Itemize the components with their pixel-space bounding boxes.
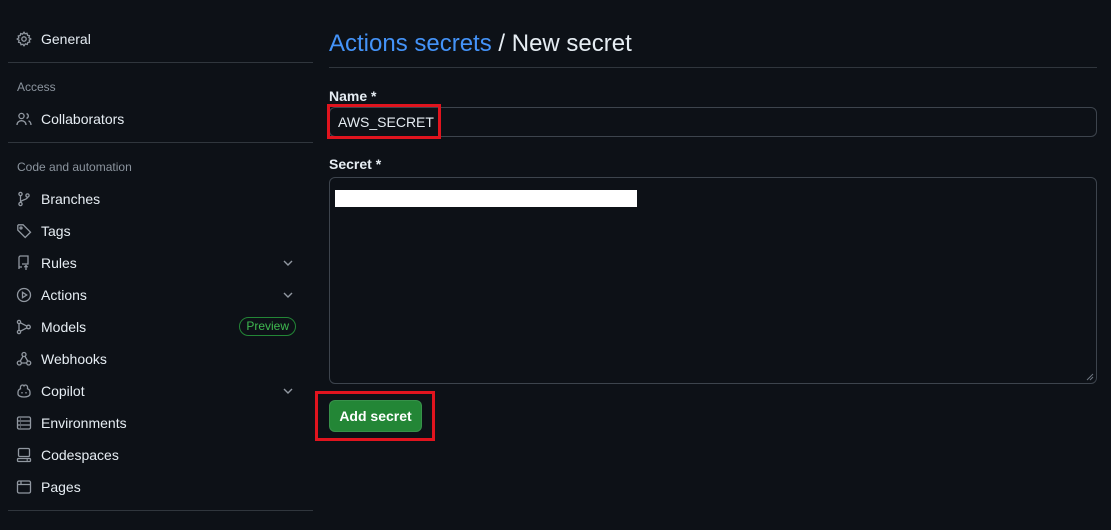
play-icon	[16, 287, 32, 303]
sidebar-item-label: Pages	[41, 479, 81, 495]
repo-push-icon	[16, 255, 32, 271]
sidebar-item-label: Models	[41, 319, 87, 335]
breadcrumb-current: New secret	[511, 30, 632, 57]
sidebar-item-label: Rules	[41, 255, 77, 271]
copilot-icon	[16, 383, 32, 399]
settings-page: General Access Collaborators Code and au…	[0, 0, 1111, 530]
secret-name-input[interactable]	[329, 107, 1097, 137]
title-divider	[329, 67, 1097, 68]
sidebar-divider	[8, 62, 313, 63]
codespaces-icon	[16, 447, 32, 463]
secret-field-label: Secret *	[329, 156, 382, 172]
people-icon	[16, 111, 32, 127]
sidebar-item-webhooks[interactable]: Webhooks	[8, 343, 305, 375]
breadcrumb-actions-secrets-link[interactable]: Actions secrets	[329, 30, 492, 57]
sidebar-item-label: Webhooks	[41, 351, 107, 367]
gear-icon	[16, 31, 32, 47]
page-title: Actions secrets / New secret	[329, 29, 632, 59]
webhook-icon	[16, 351, 32, 367]
redacted-secret-value	[335, 190, 637, 207]
sidebar-item-models[interactable]: Models Preview	[8, 311, 305, 343]
sidebar-item-collaborators[interactable]: Collaborators	[8, 103, 305, 135]
sidebar-item-tags[interactable]: Tags	[8, 215, 305, 247]
sidebar-item-codespaces[interactable]: Codespaces	[8, 439, 305, 471]
sidebar-item-pages[interactable]: Pages	[8, 471, 305, 503]
sidebar-item-general[interactable]: General	[8, 23, 305, 55]
server-icon	[16, 415, 32, 431]
resize-grip-icon[interactable]	[1085, 372, 1094, 381]
secret-name-value: AWS_SECRET	[338, 114, 434, 130]
sidebar-item-environments[interactable]: Environments	[8, 407, 305, 439]
sidebar-item-label: Codespaces	[41, 447, 119, 463]
sidebar-item-branches[interactable]: Branches	[8, 183, 305, 215]
chevron-down-icon[interactable]	[281, 384, 295, 398]
sidebar-item-label: General	[41, 31, 91, 47]
tag-icon	[16, 223, 32, 239]
section-title-access: Access	[17, 80, 56, 94]
sidebar-item-copilot[interactable]: Copilot	[8, 375, 305, 407]
sidebar-item-label: Copilot	[41, 383, 85, 399]
sidebar-item-actions[interactable]: Actions	[8, 279, 305, 311]
name-field-label: Name *	[329, 88, 377, 104]
sidebar-item-label: Collaborators	[41, 111, 125, 127]
chevron-down-icon[interactable]	[281, 256, 295, 270]
settings-sidebar: General Access Collaborators Code and au…	[0, 0, 313, 530]
sidebar-item-rules[interactable]: Rules	[8, 247, 305, 279]
add-secret-button[interactable]: Add secret	[329, 400, 422, 432]
sidebar-item-label: Tags	[41, 223, 71, 239]
git-branch-icon	[16, 191, 32, 207]
sidebar-divider	[8, 142, 313, 143]
browser-icon	[16, 479, 32, 495]
sidebar-item-label: Environments	[41, 415, 127, 431]
sidebar-item-label: Actions	[41, 287, 87, 303]
sidebar-divider	[8, 510, 313, 511]
chevron-down-icon[interactable]	[281, 288, 295, 302]
breadcrumb-separator: /	[498, 30, 506, 57]
new-secret-form-area: Actions secrets / New secret Name * AWS_…	[329, 0, 1097, 530]
sidebar-item-label: Branches	[41, 191, 101, 207]
preview-badge: Preview	[239, 317, 296, 336]
ai-model-icon	[16, 319, 32, 335]
section-title-code-automation: Code and automation	[17, 160, 132, 174]
secret-value-textarea[interactable]	[329, 177, 1097, 384]
